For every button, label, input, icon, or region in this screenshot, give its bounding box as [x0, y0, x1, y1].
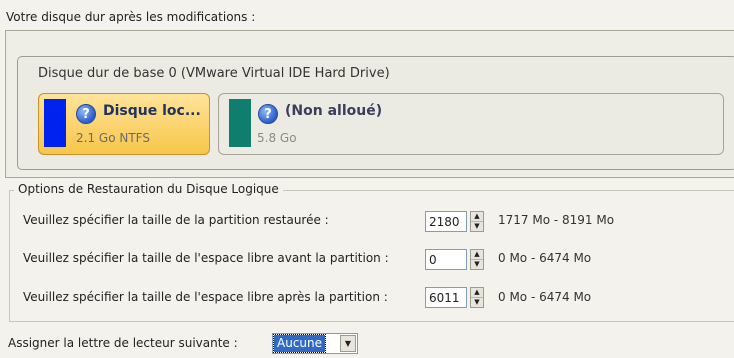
free-space-after-spinner[interactable]: ▲ ▼	[470, 287, 484, 308]
after-changes-label: Votre disque dur après les modifications…	[6, 10, 256, 24]
drive-letter-value: Aucune	[272, 334, 327, 353]
free-space-before-spinner[interactable]: ▲ ▼	[470, 249, 484, 270]
spin-up-icon[interactable]: ▲	[471, 250, 483, 260]
partition-size-spinner[interactable]: ▲ ▼	[470, 211, 484, 232]
spin-down-icon[interactable]: ▼	[471, 298, 483, 307]
drive-letter-select[interactable]: Aucune ▼	[272, 333, 358, 354]
question-icon: ?	[258, 104, 278, 124]
restore-options-legend: Options de Restauration du Disque Logiqu…	[14, 182, 283, 196]
partition-color-bar	[229, 99, 251, 147]
partition-size-label: Veuillez spécifier la taille de la parti…	[23, 213, 329, 227]
spin-up-icon[interactable]: ▲	[471, 288, 483, 298]
disk-title: Disque dur de base 0 (VMware Virtual IDE…	[38, 66, 390, 81]
partition-name: (Non alloué)	[285, 103, 383, 119]
partition-size: 2.1 Go NTFS	[76, 131, 150, 145]
partition-name: Disque loc...	[103, 103, 201, 119]
partition-size-range: 1717 Mo - 8191 Mo	[498, 213, 615, 227]
free-space-before-label: Veuillez spécifier la taille de l'espace…	[23, 251, 389, 265]
partition-color-bar	[44, 99, 66, 147]
free-space-after-range: 0 Mo - 6474 Mo	[498, 290, 592, 304]
spin-down-icon[interactable]: ▼	[471, 260, 483, 269]
spin-up-icon[interactable]: ▲	[471, 212, 483, 222]
partition-size: 5.8 Go	[257, 131, 297, 145]
spin-down-icon[interactable]: ▼	[471, 222, 483, 231]
partition-size-input[interactable]	[425, 211, 467, 232]
drive-letter-label: Assigner la lettre de lecteur suivante :	[8, 336, 238, 350]
free-space-after-input[interactable]	[425, 287, 467, 308]
free-space-before-range: 0 Mo - 6474 Mo	[498, 251, 592, 265]
free-space-after-label: Veuillez spécifier la taille de l'espace…	[23, 290, 388, 304]
question-icon: ?	[76, 104, 96, 124]
free-space-before-input[interactable]	[425, 249, 467, 270]
chevron-down-icon[interactable]: ▼	[340, 335, 356, 352]
